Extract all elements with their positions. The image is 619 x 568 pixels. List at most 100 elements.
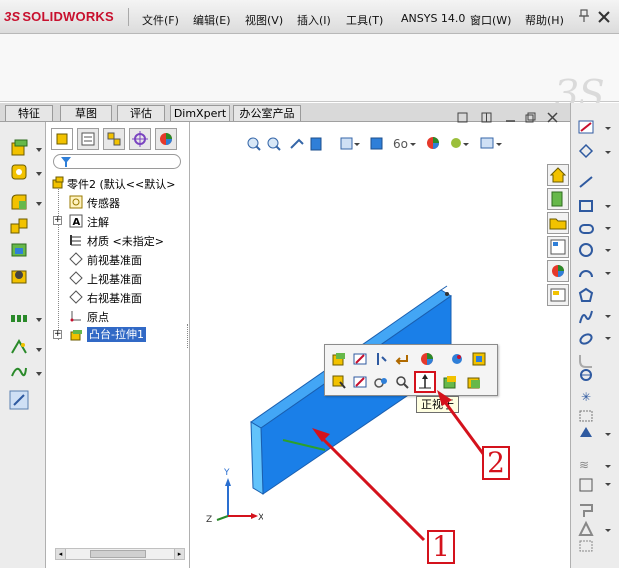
view-palette-tab[interactable]	[547, 236, 569, 258]
hide-icon[interactable]	[471, 351, 487, 367]
tree-item-material[interactable]: 材质 <未指定>	[47, 231, 190, 249]
zoom-to-selection-icon[interactable]	[394, 374, 410, 390]
show-hide-icon[interactable]	[373, 374, 389, 390]
heads-up-view-toolbar[interactable]: 6o	[243, 134, 533, 154]
folder-icon	[549, 218, 567, 230]
tree-item-right-plane[interactable]: 右视基准面	[47, 288, 190, 306]
curves-icon[interactable]	[9, 362, 29, 382]
displaymanager-tab[interactable]	[155, 128, 177, 150]
featuremanager-tab[interactable]	[51, 128, 73, 150]
smart-dimension-icon	[578, 143, 594, 159]
origin-icon	[70, 311, 81, 322]
revolve-boss-icon[interactable]	[9, 162, 29, 182]
appearance-icon[interactable]	[419, 351, 435, 367]
pin-icon[interactable]	[578, 9, 590, 23]
rollback-icon[interactable]	[373, 351, 389, 367]
right-sketch-toolbar: ✳ ≋	[570, 103, 619, 568]
menu-file[interactable]: 文件(F)	[142, 12, 179, 28]
tab-dimxpert[interactable]: DimXpert	[170, 105, 230, 121]
zoom-to-fit-icon	[247, 137, 261, 151]
edit-feature-icon[interactable]	[331, 351, 347, 367]
dropdown-arrow-icon[interactable]	[36, 202, 42, 206]
file-explorer-tab[interactable]	[547, 212, 569, 234]
scrollbar-thumb[interactable]	[90, 550, 146, 558]
dropdown-arrow-icon[interactable]	[36, 318, 42, 322]
normal-to-button[interactable]	[414, 371, 436, 393]
material-icon	[70, 235, 81, 246]
expand-icon[interactable]: +	[53, 216, 62, 225]
annotation-icon: A	[69, 214, 83, 228]
solidworks-logo: 3S SOLIDWORKS	[4, 9, 114, 24]
menu-view[interactable]: 视图(V)	[245, 12, 283, 28]
menu-tools[interactable]: 工具(T)	[346, 12, 383, 28]
hide-show-items-icon: 6o	[393, 137, 416, 151]
linear-pattern-icon[interactable]	[9, 216, 29, 236]
scroll-right-icon[interactable]: ▸	[174, 549, 184, 559]
extrude-boss-icon[interactable]	[9, 138, 29, 158]
left-toolbar	[0, 122, 46, 568]
rebuild-icon[interactable]	[449, 351, 465, 367]
dimxpertmanager-tab[interactable]	[129, 128, 151, 150]
point-icon[interactable]	[9, 338, 29, 358]
tree-item-front-plane[interactable]: 前视基准面	[47, 250, 190, 268]
menu-ansys[interactable]: ANSYS 14.0	[401, 12, 465, 25]
close-document-icon[interactable]	[547, 112, 558, 123]
propertymanager-tab[interactable]	[77, 128, 99, 150]
svg-text:6o: 6o	[393, 137, 408, 151]
solidworks-resources-tab[interactable]	[547, 164, 569, 186]
fillet-icon[interactable]	[9, 192, 29, 212]
instant3d-icon[interactable]	[9, 390, 29, 410]
horizontal-scrollbar[interactable]: ◂ ▸	[55, 548, 185, 560]
plane-icon	[69, 290, 83, 304]
select-other-icon[interactable]	[331, 374, 347, 390]
restore-icon[interactable]	[525, 112, 536, 123]
dropdown-arrow-icon[interactable]	[36, 348, 42, 352]
appearances-tab[interactable]	[547, 260, 569, 282]
spline-icon	[579, 310, 593, 324]
ellipse-icon	[579, 333, 593, 345]
menu-edit[interactable]: 编辑(E)	[193, 12, 231, 28]
coordinate-triad: Y X Z	[206, 468, 263, 522]
fillet-sketch-icon	[579, 355, 592, 368]
feature-properties-icon[interactable]	[466, 374, 482, 390]
tab-features[interactable]: 特征	[5, 105, 53, 121]
scroll-left-icon[interactable]: ◂	[56, 549, 66, 559]
tab-office-products[interactable]: 办公室产品	[233, 105, 301, 121]
edit-sketch-icon[interactable]	[352, 351, 368, 367]
parent-child-icon[interactable]	[442, 374, 458, 390]
viewport-two-icon[interactable]	[481, 112, 492, 123]
expand-icon[interactable]: +	[53, 330, 62, 339]
tree-item-sensors[interactable]: 传感器	[47, 193, 190, 211]
menu-insert[interactable]: 插入(I)	[297, 12, 331, 28]
tree-item-boss-extrude1[interactable]: + 凸台-拉伸1	[47, 326, 190, 344]
tree-filter-input[interactable]	[53, 154, 181, 169]
tab-evaluate[interactable]: 评估	[117, 105, 165, 121]
rib-icon[interactable]	[9, 240, 29, 260]
tab-sketch[interactable]: 草图	[60, 105, 112, 121]
close-icon[interactable]	[597, 10, 611, 24]
custom-properties-icon	[550, 288, 566, 302]
tree-item-annotations[interactable]: + A 注解	[47, 212, 190, 230]
view-settings-icon	[480, 137, 502, 149]
callout-1-label: 1	[427, 530, 455, 564]
dropdown-arrow-icon[interactable]	[36, 372, 42, 376]
tree-item-top-plane[interactable]: 上视基准面	[47, 269, 190, 287]
menu-window[interactable]: 窗口(W)	[470, 12, 511, 28]
sketch-tools-column[interactable]: ✳ ≋	[577, 117, 617, 557]
menu-help[interactable]: 帮助(H)	[525, 12, 564, 28]
tree-item-origin[interactable]: 原点	[47, 307, 190, 325]
dropdown-arrow-icon[interactable]	[36, 172, 42, 176]
tree-root-part[interactable]: 零件2 (默认<<默认>	[47, 174, 190, 192]
return-icon[interactable]	[394, 351, 410, 367]
zoom-to-area-icon	[267, 137, 281, 151]
custom-properties-tab[interactable]	[547, 284, 569, 306]
svg-text:A: A	[73, 217, 81, 228]
design-library-tab[interactable]	[547, 188, 569, 210]
reference-geometry-icon[interactable]	[9, 308, 29, 328]
configurationmanager-tab[interactable]	[103, 128, 125, 150]
dropdown-arrow-icon[interactable]	[36, 148, 42, 152]
viewport-single-icon[interactable]	[457, 112, 468, 123]
minimize-icon[interactable]	[505, 112, 516, 123]
sketch-on-face-icon[interactable]	[352, 374, 368, 390]
draft-icon[interactable]	[9, 266, 29, 286]
